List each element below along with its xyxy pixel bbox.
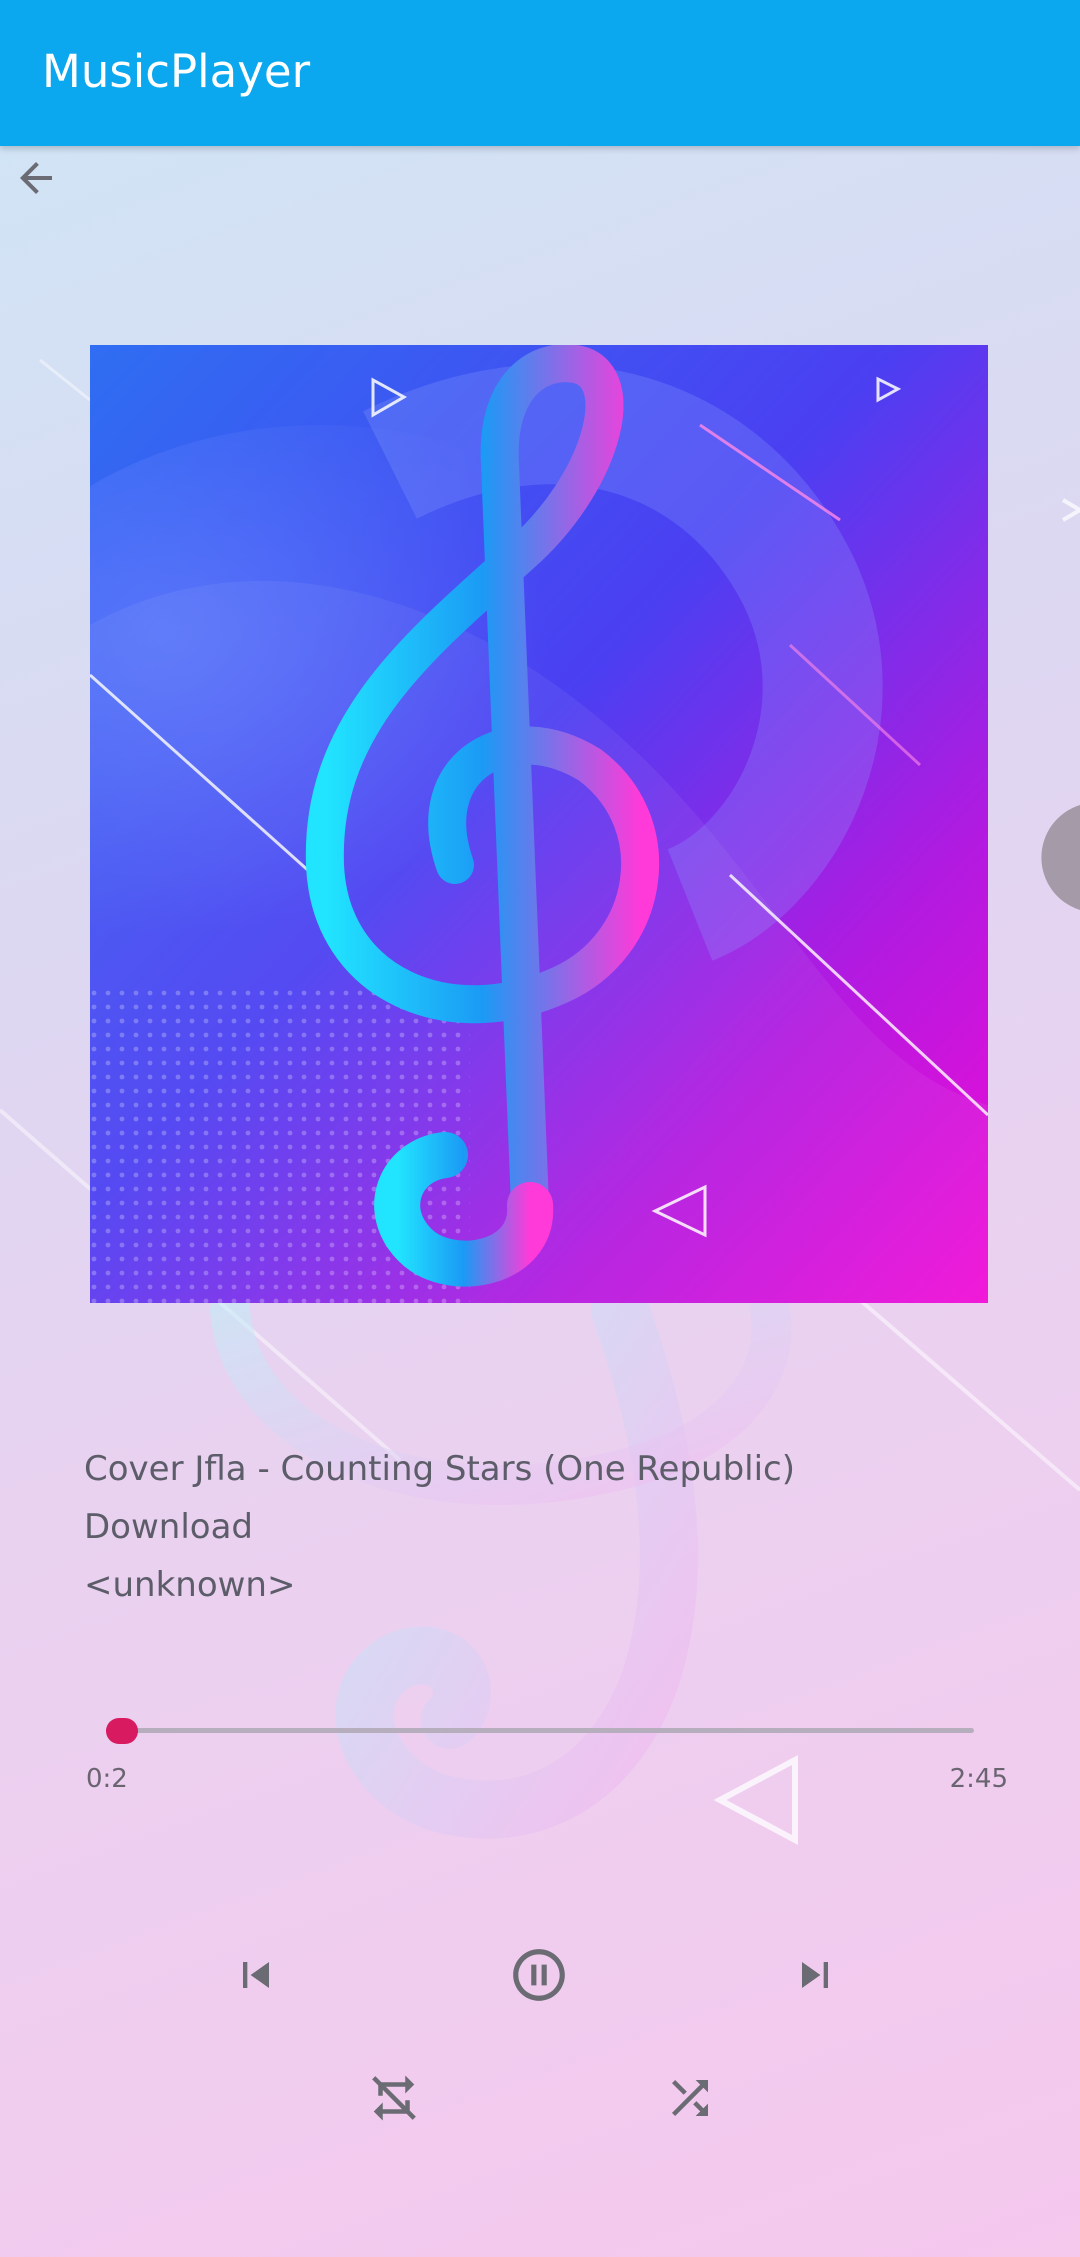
- seek-thumb[interactable]: [106, 1718, 138, 1744]
- song-info: Cover Jfla - Counting Stars (One Republi…: [84, 1440, 795, 1614]
- repeat-off-icon: [372, 2075, 416, 2121]
- seek-track: [106, 1728, 974, 1733]
- song-title: Cover Jfla - Counting Stars (One Republi…: [84, 1449, 796, 1489]
- album-art: [90, 345, 988, 1303]
- current-time: 0:2: [86, 1764, 128, 1794]
- pause-icon: [513, 1949, 565, 2001]
- treble-clef-icon: [90, 345, 988, 1303]
- shuffle-button[interactable]: [660, 2068, 720, 2128]
- shuffle-icon: [672, 2080, 708, 2116]
- next-button[interactable]: [785, 1945, 845, 2005]
- song-artist: <unknown>: [84, 1565, 296, 1605]
- skip-next-icon: [802, 1962, 828, 1988]
- app-bar: MusicPlayer: [0, 0, 1080, 146]
- song-album: Download: [84, 1507, 254, 1547]
- skip-previous-icon: [243, 1962, 269, 1988]
- arrow-left-icon: [20, 162, 52, 194]
- duration: 2:45: [949, 1764, 1008, 1794]
- previous-button[interactable]: [226, 1945, 286, 2005]
- back-button[interactable]: [8, 150, 64, 206]
- pause-button[interactable]: [506, 1942, 572, 2008]
- seek-bar[interactable]: [106, 1718, 974, 1744]
- repeat-button[interactable]: [364, 2068, 424, 2128]
- app-title: MusicPlayer: [42, 45, 311, 98]
